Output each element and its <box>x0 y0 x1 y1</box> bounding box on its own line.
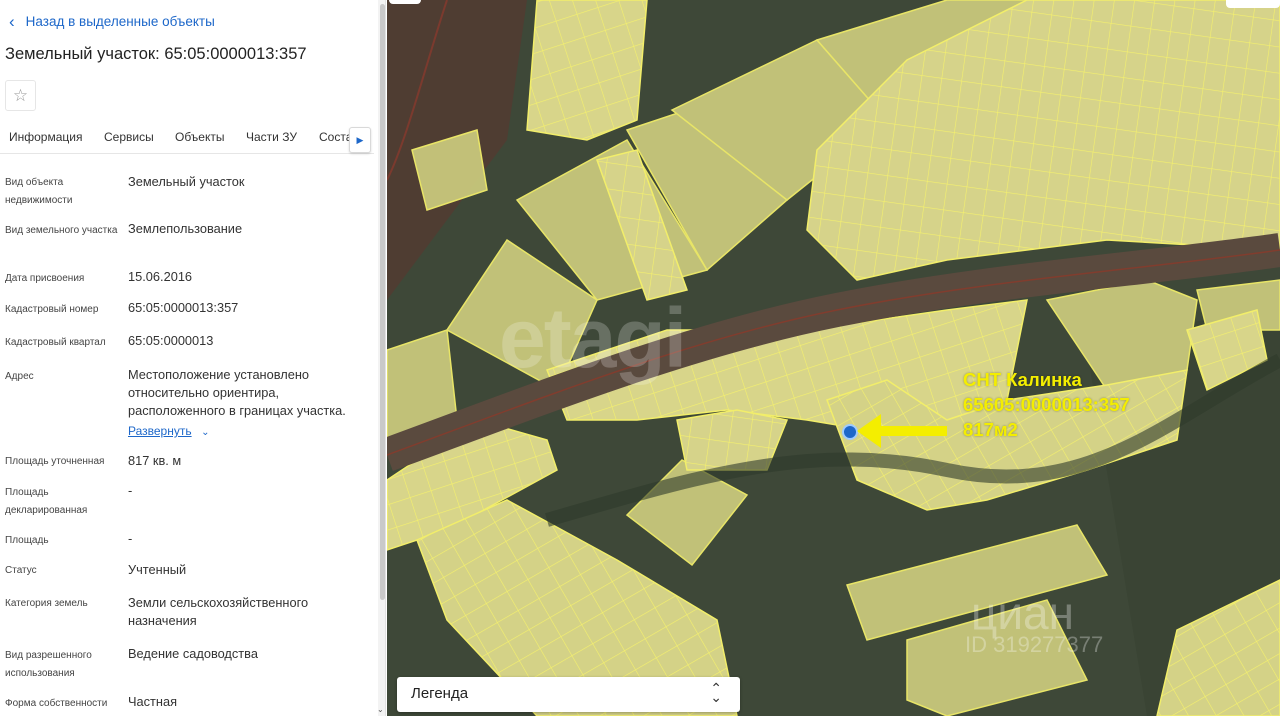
row-label: Категория земель <box>5 598 88 609</box>
chevron-left-icon: ‹ <box>9 12 15 31</box>
row-value: Частная <box>128 694 178 709</box>
map-view[interactable]: etagi циан ID 319277377 СНТ Калинка 6560… <box>387 0 1280 716</box>
map-control-top-right[interactable] <box>1226 0 1280 8</box>
row-label: Вид земельного участка <box>5 225 118 236</box>
row-value: Земли сельскохозяйственного назначения <box>128 595 309 628</box>
row-value: 65:05:0000013:357 <box>128 300 239 315</box>
scroll-down-icon[interactable]: ⌄ <box>377 705 384 714</box>
tabs-next-button[interactable]: ▶ <box>349 127 371 153</box>
row-value: Учтенный <box>128 562 187 577</box>
row-label: Кадастровый квартал <box>5 337 106 348</box>
panel-scrollbar-thumb[interactable] <box>380 4 385 600</box>
row-value: 817 кв. м <box>128 453 182 468</box>
expand-link[interactable]: Развернуть ⌄ <box>128 422 373 442</box>
selected-parcel-marker[interactable] <box>842 424 858 440</box>
favorite-button[interactable]: ☆ <box>5 80 36 111</box>
row-value: Землепользование <box>128 221 243 236</box>
row-value: 65:05:0000013 <box>128 333 214 348</box>
parcel-annotation: СНТ Калинка 65605:0000013:357 817м2 <box>963 367 1130 442</box>
row-label: Кадастровый номер <box>5 304 99 315</box>
app-root: ‹ Назад в выделенные объекты Земельный у… <box>0 0 1280 716</box>
watermark-id: ID 319277377 <box>965 632 1104 657</box>
row-value: - <box>128 531 133 546</box>
updown-chevron-icon: ⌃ ⌄ <box>710 680 722 705</box>
chevron-right-icon: ▶ <box>356 134 364 145</box>
address-value: Местоположение установлено относительно … <box>128 367 346 418</box>
tab-bar: Информация Сервисы Объекты Части ЗУ Сост… <box>0 120 374 154</box>
row-label: Адрес <box>5 371 34 382</box>
tab-parts[interactable]: Части ЗУ <box>246 130 297 153</box>
tab-composition[interactable]: Соста <box>319 130 352 153</box>
tab-information[interactable]: Информация <box>9 130 82 153</box>
legend-label: Легенда <box>411 685 469 702</box>
row-value: 15.06.2016 <box>128 269 193 284</box>
row-label: Площадь <box>5 535 49 546</box>
row-label: Статус <box>5 565 37 576</box>
row-value: Земельный участок <box>128 174 245 189</box>
chevron-down-icon: ⌄ <box>201 427 210 438</box>
page-title: Земельный участок: 65:05:0000013:357 <box>5 45 307 63</box>
annotation-line-area: 817м2 <box>963 419 1018 440</box>
back-link[interactable]: ‹ Назад в выделенные объекты <box>9 13 215 30</box>
row-label: Дата присвоения <box>5 273 85 284</box>
row-label: Площадь уточненная <box>5 456 105 467</box>
row-label: Вид объекта недвижимости <box>5 177 73 206</box>
star-icon: ☆ <box>12 85 29 105</box>
watermark-etagi: etagi <box>499 291 687 385</box>
expand-link-label: Развернуть <box>128 424 192 438</box>
row-value: Ведение садоводства <box>128 646 258 661</box>
tab-services[interactable]: Сервисы <box>104 130 154 153</box>
row-label: Вид разрешенного использования <box>5 650 92 679</box>
map-control-top-left[interactable] <box>389 0 421 4</box>
info-panel: ‹ Назад в выделенные объекты Земельный у… <box>0 0 386 716</box>
tab-objects[interactable]: Объекты <box>175 130 225 153</box>
row-value: - <box>128 483 133 498</box>
annotation-line-number: 65605:0000013:357 <box>963 394 1130 415</box>
back-link-label: Назад в выделенные объекты <box>25 14 215 29</box>
annotation-line-name: СНТ Калинка <box>963 369 1082 390</box>
legend-select[interactable]: Легенда ⌃ ⌄ <box>397 677 740 712</box>
row-label: Площадь декларированная <box>5 487 88 516</box>
row-label: Форма собственности <box>5 698 108 709</box>
